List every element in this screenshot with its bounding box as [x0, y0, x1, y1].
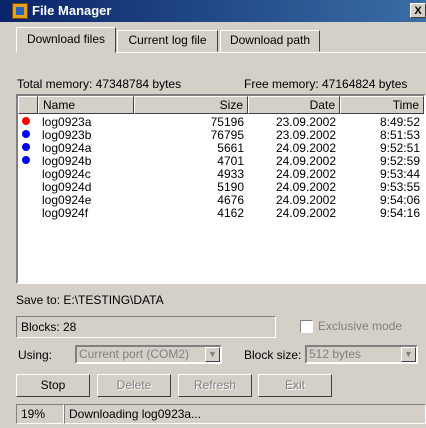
title-bar: File Manager X — [0, 0, 426, 22]
tab-download-files[interactable]: Download files — [16, 27, 116, 53]
file-list[interactable]: Name Size Date Time log0923a 75196 23.09.2… — [16, 94, 426, 284]
file-time-cell: 9:54:16 — [379, 206, 420, 220]
stop-button[interactable]: Stop — [16, 374, 90, 397]
port-select-value: Current port (COM2) — [79, 347, 190, 361]
blue-status-dot-icon — [22, 143, 30, 151]
chevron-down-icon[interactable]: ▼ — [401, 347, 416, 362]
blue-status-dot-icon — [22, 130, 30, 138]
column-header-size[interactable]: Size — [134, 96, 248, 114]
block-size-label: Block size: — [244, 348, 302, 362]
column-header-name[interactable]: Name — [38, 96, 134, 114]
blocks-panel: Blocks: 28 — [16, 316, 276, 338]
block-size-select[interactable]: 512 bytes ▼ — [305, 345, 418, 364]
total-memory-label: Total memory: 47348784 bytes — [17, 77, 182, 91]
free-memory-label: Free memory: 47164824 bytes — [244, 77, 408, 91]
delete-button[interactable]: Delete — [97, 374, 171, 397]
window-title: File Manager — [32, 3, 112, 18]
file-name-cell: log0924f — [42, 206, 89, 220]
exit-button[interactable]: Exit — [258, 374, 332, 397]
file-row[interactable]: log0924f 4162 24.09.2002 9:54:16 — [18, 207, 424, 220]
status-progress: 19% — [16, 404, 64, 424]
column-header-marker[interactable] — [18, 96, 38, 114]
port-select[interactable]: Current port (COM2) ▼ — [75, 345, 222, 364]
chevron-down-icon[interactable]: ▼ — [205, 347, 220, 362]
exclusive-mode-label: Exclusive mode — [318, 319, 403, 333]
file-size-cell: 4162 — [217, 206, 244, 220]
save-path-label: Save to: E:\TESTING\DATA — [16, 293, 164, 307]
close-button[interactable]: X — [410, 3, 426, 18]
status-message: Downloading log0923a... — [64, 404, 426, 424]
blocks-count: Blocks: 28 — [21, 320, 77, 334]
tab-current-log-file[interactable]: Current log file — [117, 30, 218, 52]
column-header-date[interactable]: Date — [248, 96, 340, 114]
refresh-button[interactable]: Refresh — [178, 374, 252, 397]
file-date-cell: 24.09.2002 — [275, 206, 336, 220]
block-size-select-value: 512 bytes — [309, 347, 362, 361]
red-status-dot-icon — [22, 117, 30, 125]
blue-status-dot-icon — [22, 156, 30, 164]
using-label: Using: — [18, 348, 53, 362]
exclusive-mode-checkbox[interactable] — [300, 320, 313, 333]
column-header-time[interactable]: Time — [340, 96, 424, 114]
tab-download-path[interactable]: Download path — [220, 30, 320, 52]
app-icon — [12, 3, 28, 19]
